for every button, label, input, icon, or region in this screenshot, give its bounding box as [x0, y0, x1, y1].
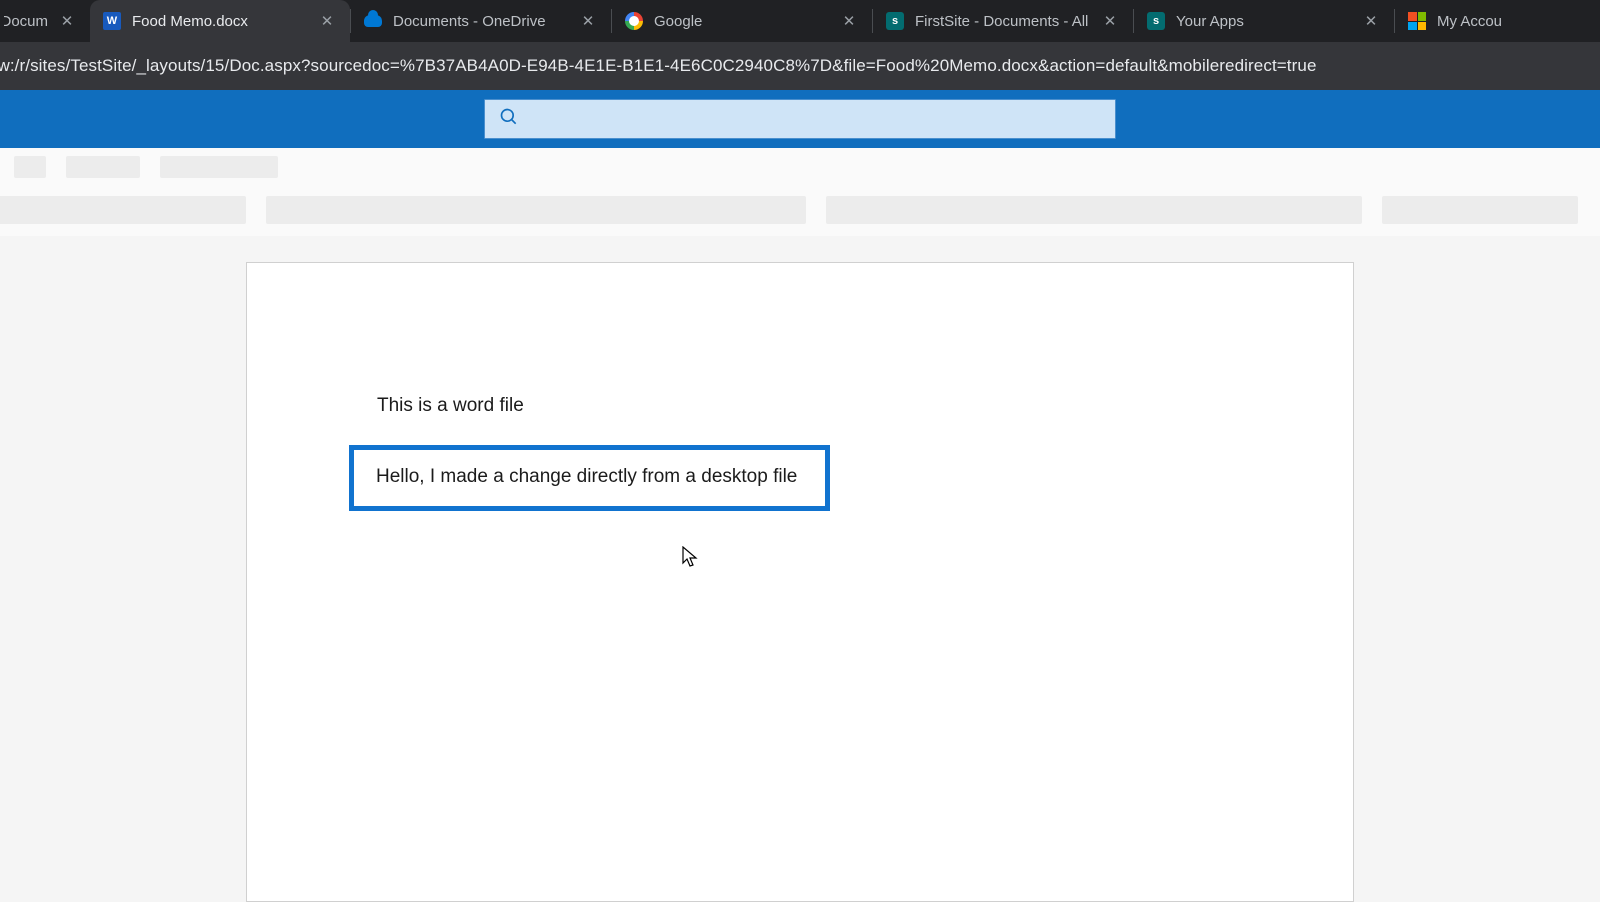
- search-icon: [499, 107, 519, 132]
- ribbon-placeholder: [66, 156, 140, 178]
- document-paragraph[interactable]: This is a word file: [377, 395, 1223, 417]
- browser-tab[interactable]: s FirstSite - Documents - All ✕: [873, 0, 1133, 42]
- tab-label: Food Memo.docx: [132, 13, 308, 30]
- browser-tab[interactable]: Google ✕: [612, 0, 872, 42]
- ribbon-loading: [0, 148, 1600, 236]
- tab-label: Your Apps: [1176, 13, 1352, 30]
- ribbon-placeholder: [160, 156, 278, 178]
- highlighted-change-box: Hello, I made a change directly from a d…: [349, 445, 830, 511]
- browser-tab-strip: Docum… ✕ W Food Memo.docx ✕ Documents - …: [0, 0, 1600, 42]
- close-icon[interactable]: ✕: [58, 12, 76, 30]
- document-canvas: This is a word file Hello, I made a chan…: [0, 236, 1600, 902]
- ribbon-placeholder: [14, 156, 46, 178]
- tab-label: My Accou: [1437, 13, 1521, 30]
- browser-tab[interactable]: My Accou: [1395, 0, 1535, 42]
- close-icon[interactable]: ✕: [840, 12, 858, 30]
- ribbon-placeholder: [266, 196, 806, 224]
- tab-label: Documents - OneDrive: [393, 13, 569, 30]
- document-paragraph[interactable]: Hello, I made a change directly from a d…: [376, 466, 797, 487]
- onedrive-icon: [363, 11, 383, 31]
- ribbon-placeholder: [1382, 196, 1578, 224]
- browser-tab[interactable]: s Your Apps ✕: [1134, 0, 1394, 42]
- document-page[interactable]: This is a word file Hello, I made a chan…: [246, 262, 1354, 902]
- browser-tab[interactable]: Documents - OneDrive ✕: [351, 0, 611, 42]
- sharepoint-icon: s: [885, 11, 905, 31]
- app-header-bar: [0, 90, 1600, 148]
- tab-label: Docum…: [4, 13, 48, 30]
- close-icon[interactable]: ✕: [318, 12, 336, 30]
- search-box[interactable]: [484, 99, 1116, 139]
- close-icon[interactable]: ✕: [579, 12, 597, 30]
- tab-label: Google: [654, 13, 830, 30]
- address-bar-url[interactable]: om/:w:/r/sites/TestSite/_layouts/15/Doc.…: [0, 56, 1600, 76]
- close-icon[interactable]: ✕: [1101, 12, 1119, 30]
- browser-tab-active[interactable]: W Food Memo.docx ✕: [90, 0, 350, 42]
- browser-tab[interactable]: Docum… ✕: [0, 0, 90, 42]
- microsoft-icon: [1407, 11, 1427, 31]
- address-bar[interactable]: om/:w:/r/sites/TestSite/_layouts/15/Doc.…: [0, 42, 1600, 90]
- url-text: om/:w:/r/sites/TestSite/_layouts/15/Doc.…: [0, 56, 1317, 75]
- ribbon-placeholder: [826, 196, 1362, 224]
- google-icon: [624, 11, 644, 31]
- sharepoint-icon: s: [1146, 11, 1166, 31]
- ribbon-placeholder: [0, 196, 246, 224]
- close-icon[interactable]: ✕: [1362, 12, 1380, 30]
- search-input[interactable]: [533, 110, 1101, 128]
- tab-label: FirstSite - Documents - All: [915, 13, 1091, 30]
- word-icon: W: [102, 11, 122, 31]
